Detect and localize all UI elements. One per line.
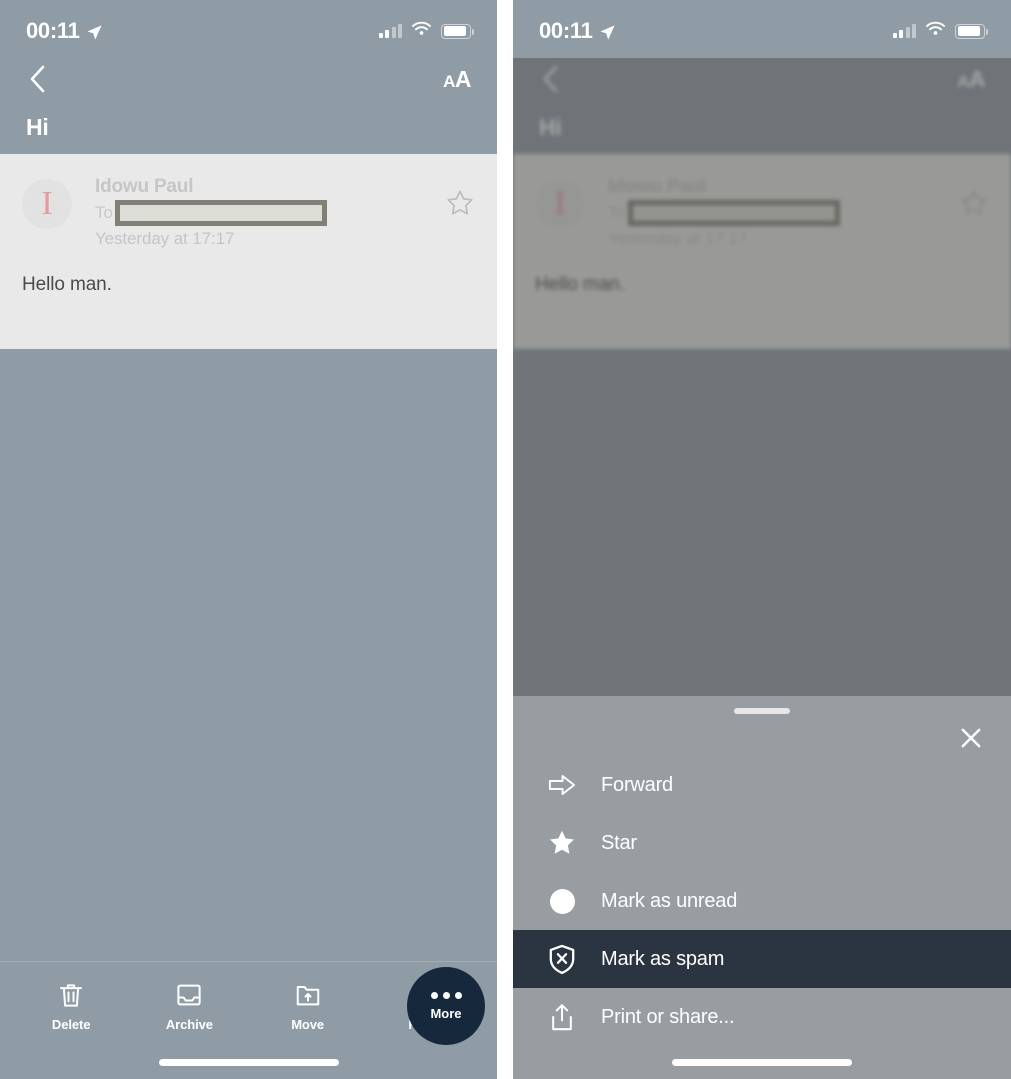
sheet-item-star[interactable]: Star <box>513 814 1011 872</box>
phone-screen-right: 00:11 AA Hi I Idowu Paul To Yesterday at… <box>513 0 1011 1079</box>
message-scroll-area <box>0 349 497 961</box>
more-actions-sheet: Forward Star Mark as unread Mark as spam… <box>513 696 1011 1079</box>
status-time-group: 00:11 <box>539 20 616 42</box>
share-upload-icon <box>546 1001 578 1033</box>
close-x-icon[interactable] <box>957 724 985 752</box>
toolbar-item-move[interactable]: Move <box>249 980 367 1032</box>
page-title: Hi <box>539 114 562 140</box>
sheet-item-label: Forward <box>601 773 673 796</box>
toolbar-label: Delete <box>51 1017 91 1032</box>
navigation-bar: AA Hi <box>0 58 497 154</box>
text-size-button[interactable]: AA <box>443 67 471 91</box>
sender-name: Idowu Paul <box>95 176 194 197</box>
phone-screen-left: 00:11 AA Hi I Idowu Paul To Yesterday at… <box>0 0 497 1079</box>
navigation-bar-dimmed: AA Hi <box>513 58 1011 154</box>
chevron-left-icon <box>539 64 561 94</box>
page-title: Hi <box>26 114 49 140</box>
message-card: I Idowu Paul To Yesterday at 17:17 Hello… <box>0 154 497 349</box>
avatar: I <box>535 179 585 229</box>
sheet-item-label: Mark as unread <box>601 889 738 912</box>
ellipsis-icon <box>430 991 462 999</box>
nav-row: AA <box>26 58 472 100</box>
forward-arrow-icon <box>546 769 578 801</box>
message-header: I Idowu Paul To Yesterday at 17:17 <box>0 154 497 250</box>
status-time-group: 00:11 <box>26 20 103 42</box>
sheet-item-label: Star <box>601 831 637 854</box>
message-header: I Idowu Paul To Yesterday at 17:17 <box>513 154 1011 250</box>
more-button-label: More <box>430 1005 462 1021</box>
status-bar: 00:11 <box>0 0 497 58</box>
location-arrow-icon <box>599 23 616 40</box>
sheet-item-label: Print or share... <box>601 1005 735 1028</box>
wifi-icon <box>411 21 432 42</box>
status-time: 00:11 <box>539 18 593 43</box>
message-meta: Idowu Paul To Yesterday at 17:17 <box>608 176 949 250</box>
trash-icon <box>56 980 86 1010</box>
unread-dot-icon <box>546 885 578 917</box>
battery-icon <box>955 23 988 39</box>
home-indicator <box>158 1059 339 1066</box>
recipient-row: To <box>95 200 435 226</box>
panel-more-menu: 00:11 AA Hi I Idowu Paul To Yesterday at… <box>513 0 1011 1079</box>
shield-x-icon <box>546 943 578 975</box>
toolbar-label: Move <box>291 1017 325 1032</box>
toolbar-item-archive[interactable]: Archive <box>130 980 248 1032</box>
message-meta: Idowu Paul To Yesterday at 17:17 <box>95 176 435 250</box>
message-body: Hello man. <box>535 274 625 295</box>
recipient-redaction-box <box>114 200 327 226</box>
battery-icon <box>441 23 474 39</box>
screenshot-stage: 00:11 AA Hi I Idowu Paul To Yesterday at… <box>0 0 1011 1079</box>
sheet-item-mark-as-spam[interactable]: Mark as spam <box>513 930 1011 988</box>
status-indicators <box>378 21 474 42</box>
star-filled-icon <box>546 827 578 859</box>
status-time: 00:11 <box>26 18 80 43</box>
message-body: Hello man. <box>22 274 112 295</box>
more-button[interactable]: More <box>407 967 485 1045</box>
message-card-dimmed: I Idowu Paul To Yesterday at 17:17 Hello… <box>513 154 1011 349</box>
home-indicator <box>672 1059 852 1066</box>
status-bar: 00:11 <box>513 0 1011 58</box>
recipient-row: To <box>608 200 949 226</box>
recipient-redaction-box <box>627 200 840 226</box>
toolbar-label: Archive <box>165 1017 213 1032</box>
sheet-item-list: Forward Star Mark as unread Mark as spam… <box>513 756 1011 1046</box>
avatar: I <box>22 179 72 229</box>
archive-box-icon <box>174 980 204 1010</box>
drag-handle-icon[interactable] <box>734 708 790 714</box>
cellular-signal-icon <box>378 24 402 38</box>
toolbar-item-delete[interactable]: Delete <box>12 980 130 1032</box>
sheet-item-forward[interactable]: Forward <box>513 756 1011 814</box>
message-date: Yesterday at 17:17 <box>95 229 235 248</box>
star-outline-icon[interactable] <box>445 188 475 218</box>
sheet-item-mark-as-unread[interactable]: Mark as unread <box>513 872 1011 930</box>
star-outline-icon <box>959 188 989 218</box>
wifi-icon <box>925 21 946 42</box>
panel-email-detail: 00:11 AA Hi I Idowu Paul To Yesterday at… <box>0 0 497 1079</box>
sender-name: Idowu Paul <box>608 176 707 197</box>
navigation-bar: AA Hi <box>513 58 1011 154</box>
move-folder-icon <box>293 980 323 1010</box>
nav-row: AA <box>539 58 986 100</box>
message-date: Yesterday at 17:17 <box>608 229 748 248</box>
status-indicators <box>892 21 988 42</box>
to-label: To <box>95 203 113 222</box>
cellular-signal-icon <box>892 24 916 38</box>
text-size-button: AA <box>957 65 985 92</box>
to-label: To <box>608 203 626 222</box>
sheet-item-label: Mark as spam <box>601 947 725 970</box>
chevron-left-icon[interactable] <box>26 64 48 94</box>
sheet-item-print-or-share[interactable]: Print or share... <box>513 988 1011 1046</box>
location-arrow-icon <box>86 23 103 40</box>
